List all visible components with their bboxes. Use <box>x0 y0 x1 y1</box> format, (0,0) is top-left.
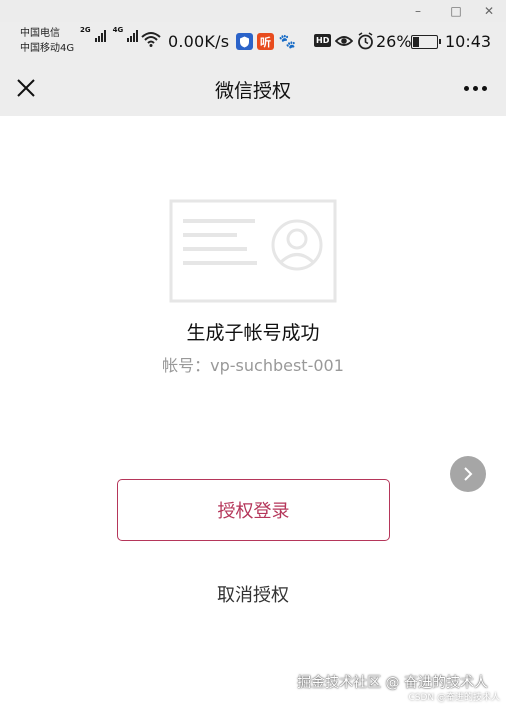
carrier-names: 中国电信 中国移动4G <box>20 26 74 56</box>
carrier-2: 中国移动4G <box>20 43 75 54</box>
signal-indicators: 2G 4G <box>80 26 142 42</box>
window-close-icon[interactable]: ✕ <box>472 0 506 22</box>
minimize-icon[interactable]: – <box>401 0 435 22</box>
id-card-illustration <box>169 199 337 303</box>
carrier-1: 中国电信 <box>20 28 60 39</box>
network-type-1: 2G <box>80 26 91 34</box>
floating-next-button[interactable] <box>450 456 486 492</box>
hd-badge: HD <box>314 34 332 47</box>
emulator-title-bar: – □ ✕ <box>0 0 506 22</box>
authorize-login-button[interactable]: 授权登录 <box>117 479 390 541</box>
success-title: 生成子帐号成功 <box>186 322 320 344</box>
more-options-button[interactable] <box>455 72 495 104</box>
more-dot-icon <box>472 85 478 91</box>
watermark-csdn: CSDN @奋进的技术人 <box>408 693 500 703</box>
signal-icon <box>127 30 139 42</box>
maximize-icon[interactable]: □ <box>439 0 473 22</box>
battery-fill <box>413 37 419 47</box>
account-label: 帐号： <box>162 356 211 375</box>
cancel-authorization-link[interactable]: 取消授权 <box>0 581 506 607</box>
signal-icon <box>94 30 106 42</box>
eye-icon <box>335 36 353 46</box>
shield-app-icon <box>236 33 253 50</box>
watermark-juejin: 掘金技术社区 @ 奋进的技术人 <box>297 675 488 691</box>
more-dot-icon <box>463 85 469 91</box>
baidu-app-icon: 🐾 <box>278 33 297 50</box>
network-speed: 0.00K/s <box>168 32 230 51</box>
battery-icon <box>411 35 441 49</box>
network-type-2: 4G <box>112 26 124 34</box>
wifi-icon <box>141 32 161 47</box>
status-time: 10:43 <box>445 32 492 51</box>
account-value: vp-suchbest-001 <box>210 356 344 375</box>
battery-percent: 26% <box>376 32 412 51</box>
status-bar: 中国电信 中国移动4G 2G 4G 0.00K/s 听 🐾 HD 26% 10:… <box>0 22 506 62</box>
chevron-right-icon <box>464 467 473 481</box>
nav-bar: 微信授权 <box>0 62 506 116</box>
page-title: 微信授权 <box>214 80 291 102</box>
more-dot-icon <box>481 85 487 91</box>
alarm-icon <box>358 32 373 50</box>
ting-app-icon: 听 <box>257 33 274 50</box>
account-line: 帐号：vp-suchbest-001 <box>0 352 506 376</box>
